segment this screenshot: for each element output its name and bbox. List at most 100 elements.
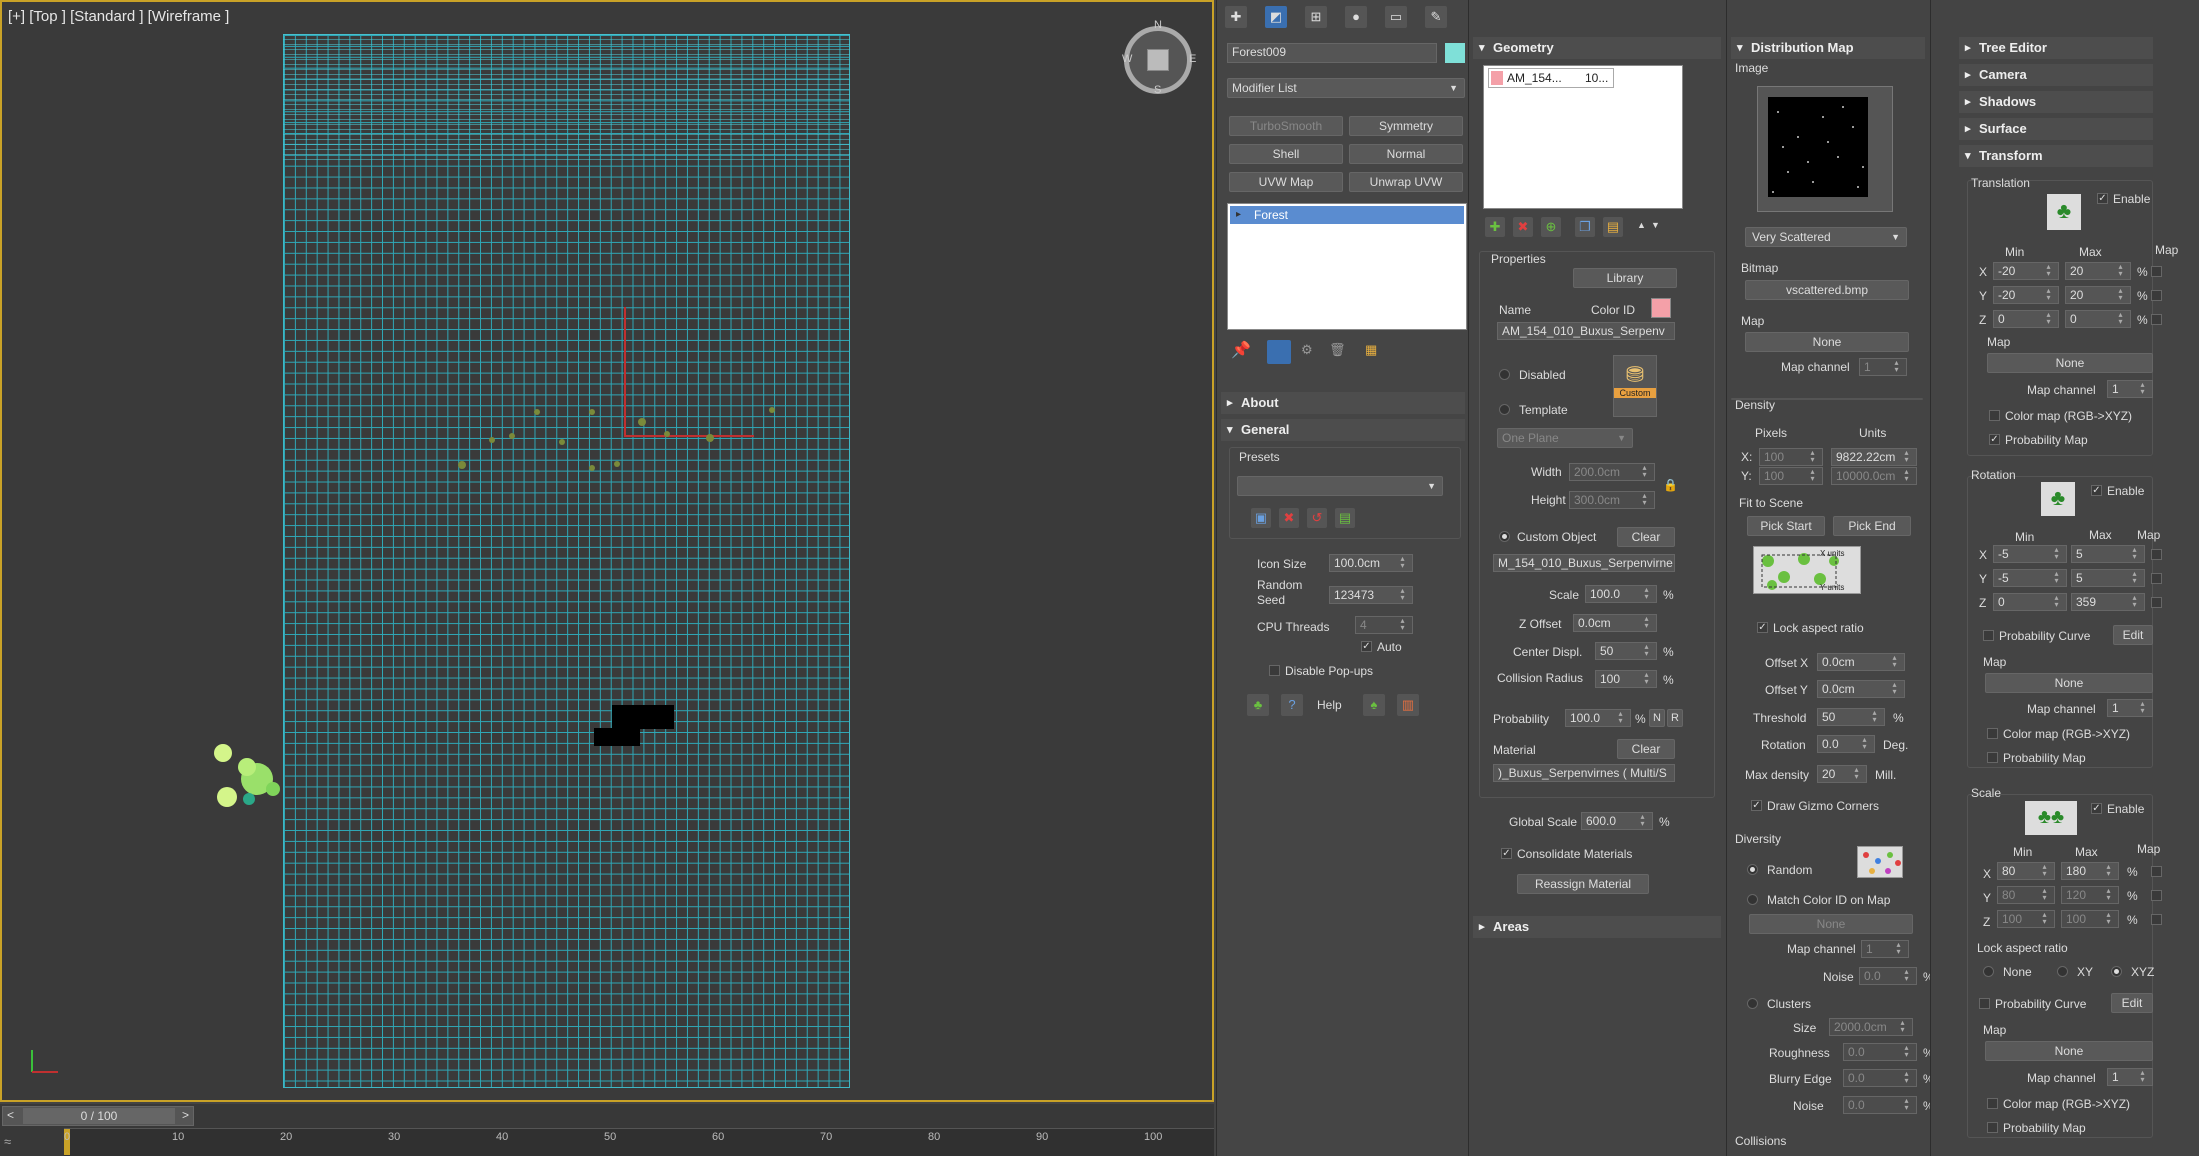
units-x-spinner[interactable]: 9822.22cm	[1831, 448, 1917, 466]
map-channel-spinner[interactable]: 1	[1859, 358, 1907, 376]
scale-map-button[interactable]: None	[1985, 1041, 2153, 1061]
geometry-rollout[interactable]: Geometry	[1473, 37, 1721, 59]
viewport-label[interactable]: [+] [Top ] [Standard ] [Wireframe ]	[8, 8, 229, 25]
draw-gizmo-checkbox[interactable]: ✓	[1751, 800, 1762, 811]
translation-x-min[interactable]: -20	[1993, 262, 2059, 280]
height-spinner[interactable]: 300.0cm	[1569, 491, 1655, 509]
template-radio[interactable]	[1499, 404, 1510, 415]
forest-icon[interactable]	[207, 737, 287, 812]
scale-y-min[interactable]: 80	[1997, 886, 2055, 904]
custom-object-input[interactable]: M_154_010_Buxus_Serpenvirne	[1493, 554, 1675, 572]
scale-y-map-checkbox[interactable]	[2151, 890, 2162, 901]
offset-y-spinner[interactable]: 0.0cm	[1817, 680, 1905, 698]
global-scale-spinner[interactable]: 600.0	[1581, 812, 1653, 830]
symmetry-button[interactable]: Symmetry	[1349, 116, 1463, 136]
unwrap-uvw-button[interactable]: Unwrap UVW	[1349, 172, 1463, 192]
translation-map-channel-spinner[interactable]: 1	[2107, 380, 2153, 398]
shadows-rollout[interactable]: Shadows	[1959, 91, 2153, 113]
material-input[interactable]: )_Buxus_Serpenvirnes ( Multi/S	[1493, 764, 1675, 782]
random-seed-spinner[interactable]: 123473	[1329, 586, 1413, 604]
clusters-radio[interactable]	[1747, 998, 1758, 1009]
translation-z-min[interactable]: 0	[1993, 310, 2059, 328]
rotation-y-min[interactable]: -5	[1993, 569, 2067, 587]
max-density-spinner[interactable]: 20	[1817, 765, 1867, 783]
cluster-noise-spinner[interactable]: 0.0	[1843, 1096, 1917, 1114]
make-unique-icon[interactable]: ⚙	[1301, 342, 1313, 358]
units-y-spinner[interactable]: 10000.0cm	[1831, 467, 1917, 485]
rotation-map-button[interactable]: None	[1985, 673, 2153, 693]
custom-object-radio[interactable]	[1499, 531, 1510, 542]
rotation-z-map-checkbox[interactable]	[2151, 597, 2162, 608]
show-end-result-icon[interactable]	[1267, 340, 1291, 364]
map-button[interactable]: None	[1745, 332, 1909, 352]
timeline-track[interactable]: 0 10 20 30 40 50 60 70 80 90 100	[64, 1128, 1214, 1156]
pin-stack-icon[interactable]: 📌	[1231, 340, 1251, 360]
color-id-swatch[interactable]	[1651, 298, 1671, 318]
cluster-size-spinner[interactable]: 2000.0cm	[1829, 1018, 1913, 1036]
shell-button[interactable]: Shell	[1229, 144, 1343, 164]
pick-end-button[interactable]: Pick End	[1833, 516, 1911, 536]
object-color-swatch[interactable]	[1445, 43, 1465, 63]
modify-tab-icon[interactable]: ◩	[1265, 6, 1287, 28]
configure-sets-icon[interactable]: ▦	[1365, 342, 1377, 358]
tree-editor-rollout[interactable]: Tree Editor	[1959, 37, 2153, 59]
probability-n-button[interactable]: N	[1649, 709, 1665, 727]
paste-geometry-icon[interactable]: ▤	[1603, 217, 1623, 237]
disabled-radio[interactable]	[1499, 369, 1510, 380]
lock-aspect-checkbox[interactable]: ✓	[1757, 622, 1768, 633]
modifier-list-dropdown[interactable]: Modifier List ▼	[1227, 78, 1465, 98]
scale-prob-curve-checkbox[interactable]	[1979, 998, 1990, 1009]
icon-size-spinner[interactable]: 100.0cm	[1329, 554, 1413, 572]
scale-map-channel-spinner[interactable]: 1	[2107, 1068, 2153, 1086]
custom-object-thumbnail[interactable]: ⛃ Custom	[1613, 355, 1657, 417]
pick-start-button[interactable]: Pick Start	[1747, 516, 1825, 536]
save-preset-icon[interactable]: ▣	[1251, 508, 1271, 528]
timeline[interactable]: < 0 / 100 > ≈ 0 10 20 30 40 50 60 70 80 90 100	[0, 1104, 1214, 1156]
rotation-y-map-checkbox[interactable]	[2151, 573, 2162, 584]
copy-geometry-icon[interactable]: ❐	[1575, 217, 1595, 237]
geometry-name-input[interactable]: AM_154_010_Buxus_Serpenv	[1497, 322, 1675, 340]
match-color-radio[interactable]	[1747, 894, 1758, 905]
object-name-input[interactable]: Forest009	[1227, 43, 1437, 63]
roughness-spinner[interactable]: 0.0	[1843, 1043, 1917, 1061]
areas-rollout[interactable]: Areas	[1473, 916, 1721, 938]
next-frame-button[interactable]: >	[182, 1108, 189, 1122]
viewport-top[interactable]: [+] [Top ] [Standard ] [Wireframe ] N S …	[0, 0, 1214, 1102]
scale-spinner[interactable]: 100.0	[1585, 585, 1657, 603]
cpu-threads-spinner[interactable]: 4	[1355, 616, 1413, 634]
reassign-material-button[interactable]: Reassign Material	[1517, 874, 1649, 894]
prev-frame-button[interactable]: <	[7, 1108, 14, 1122]
about-rollout[interactable]: About	[1221, 392, 1465, 414]
rotation-enable-checkbox[interactable]: ✓	[2091, 485, 2102, 496]
random-radio[interactable]	[1747, 864, 1758, 875]
rotation-x-max[interactable]: 5	[2071, 545, 2145, 563]
pixels-x-spinner[interactable]: 100	[1759, 448, 1823, 466]
distribution-image[interactable]	[1757, 86, 1893, 212]
rotation-spinner[interactable]: 0.0	[1817, 735, 1875, 753]
translation-y-max[interactable]: 20	[2065, 286, 2131, 304]
one-plane-dropdown[interactable]: One Plane ▼	[1497, 428, 1633, 448]
clear-material-button[interactable]: Clear	[1617, 739, 1675, 759]
clear-custom-object-button[interactable]: Clear	[1617, 527, 1675, 547]
reset-preset-icon[interactable]: ↺	[1307, 508, 1327, 528]
pick-geometry-icon[interactable]: ⊕	[1541, 217, 1561, 237]
frame-counter[interactable]: 0 / 100	[23, 1108, 175, 1124]
camera-rollout[interactable]: Camera	[1959, 64, 2153, 86]
time-slider[interactable]: < 0 / 100 >	[2, 1106, 194, 1126]
hierarchy-tab-icon[interactable]: ⊞	[1305, 6, 1327, 28]
center-displ-spinner[interactable]: 50	[1595, 642, 1657, 660]
translation-enable-checkbox[interactable]: ✓	[2097, 193, 2108, 204]
turbosmooth-button[interactable]: TurboSmooth	[1229, 116, 1343, 136]
stack-item-forest[interactable]: ▸ Forest	[1230, 206, 1464, 224]
curve-editor-icon[interactable]: ≈	[4, 1134, 11, 1149]
rotation-x-min[interactable]: -5	[1993, 545, 2067, 563]
translation-x-max[interactable]: 20	[2065, 262, 2131, 280]
transform-rollout[interactable]: Transform	[1959, 145, 2153, 167]
rotation-x-map-checkbox[interactable]	[2151, 549, 2162, 560]
blurry-edge-spinner[interactable]: 0.0	[1843, 1069, 1917, 1087]
translation-map-button[interactable]: None	[1987, 353, 2153, 373]
translation-z-max[interactable]: 0	[2065, 310, 2131, 328]
lock-xyz-radio[interactable]	[2111, 966, 2122, 977]
rotation-edit-curve-button[interactable]: Edit	[2113, 625, 2153, 645]
scale-x-max[interactable]: 180	[2061, 862, 2119, 880]
